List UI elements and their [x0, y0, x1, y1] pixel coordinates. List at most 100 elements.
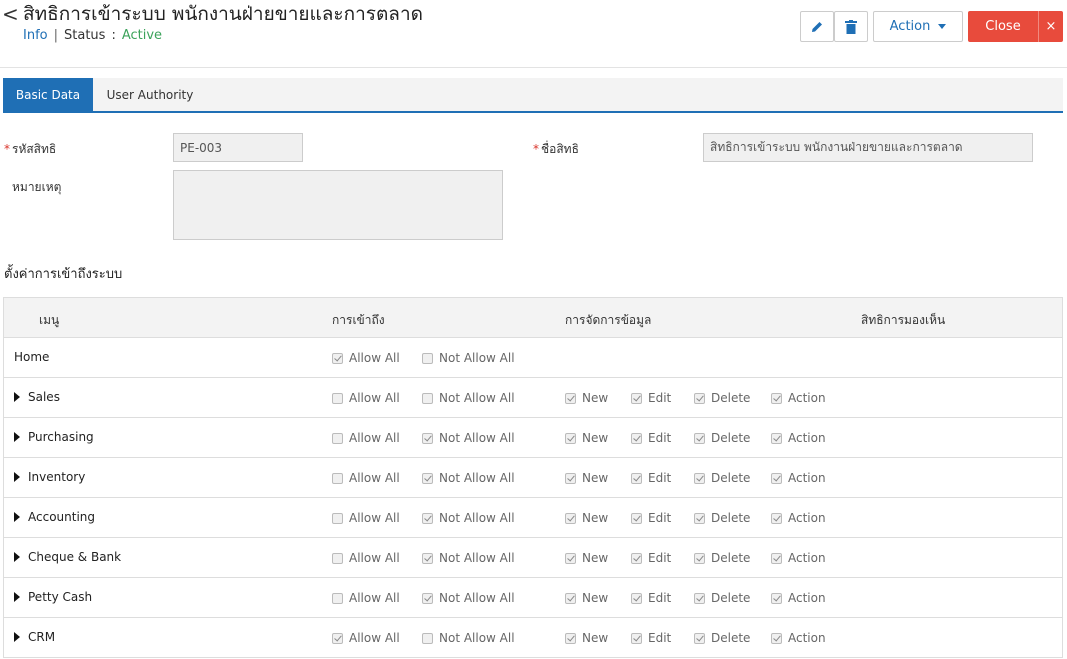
edit-permission-checkbox[interactable] — [631, 592, 642, 604]
not-allow-all[interactable]: Not Allow All — [422, 591, 515, 605]
edit-permission[interactable]: Edit — [631, 431, 671, 445]
menu-name[interactable]: Cheque & Bank — [14, 550, 121, 564]
delete-permission[interactable]: Delete — [694, 471, 750, 485]
delete-permission[interactable]: Delete — [694, 431, 750, 445]
edit-permission[interactable]: Edit — [631, 551, 671, 565]
delete-permission-checkbox[interactable] — [694, 592, 705, 604]
new-permission-checkbox[interactable] — [565, 432, 576, 444]
allow-all[interactable]: Allow All — [332, 351, 400, 365]
allow-all[interactable]: Allow All — [332, 391, 400, 405]
new-permission[interactable]: New — [565, 471, 608, 485]
menu-name[interactable]: Inventory — [14, 470, 85, 484]
new-permission-checkbox[interactable] — [565, 392, 576, 404]
expand-arrow-icon[interactable] — [14, 392, 20, 402]
action-permission[interactable]: Action — [771, 551, 826, 565]
edit-permission-checkbox[interactable] — [631, 512, 642, 524]
not-allow-all-checkbox[interactable] — [422, 552, 433, 564]
allow-all[interactable]: Allow All — [332, 471, 400, 485]
name-field[interactable]: สิทธิการเข้าระบบ พนักงานฝ่ายขายและการตลา… — [703, 133, 1033, 162]
action-permission-checkbox[interactable] — [771, 552, 782, 564]
action-permission-checkbox[interactable] — [771, 432, 782, 444]
info-link[interactable]: Info — [23, 28, 48, 43]
not-allow-all-checkbox[interactable] — [422, 512, 433, 524]
expand-arrow-icon[interactable] — [14, 632, 20, 642]
new-permission[interactable]: New — [565, 431, 608, 445]
allow-all-checkbox[interactable] — [332, 512, 343, 524]
not-allow-all[interactable]: Not Allow All — [422, 511, 515, 525]
allow-all-checkbox[interactable] — [332, 592, 343, 604]
allow-all[interactable]: Allow All — [332, 431, 400, 445]
not-allow-all-checkbox[interactable] — [422, 472, 433, 484]
action-dropdown-button[interactable]: Action — [873, 11, 963, 42]
delete-permission[interactable]: Delete — [694, 591, 750, 605]
action-permission-checkbox[interactable] — [771, 392, 782, 404]
back-icon[interactable]: < — [2, 2, 19, 26]
delete-permission-checkbox[interactable] — [694, 432, 705, 444]
delete-permission-checkbox[interactable] — [694, 552, 705, 564]
not-allow-all[interactable]: Not Allow All — [422, 471, 515, 485]
expand-arrow-icon[interactable] — [14, 512, 20, 522]
not-allow-all[interactable]: Not Allow All — [422, 431, 515, 445]
allow-all[interactable]: Allow All — [332, 591, 400, 605]
not-allow-all-checkbox[interactable] — [422, 592, 433, 604]
new-permission-checkbox[interactable] — [565, 552, 576, 564]
not-allow-all[interactable]: Not Allow All — [422, 551, 515, 565]
allow-all[interactable]: Allow All — [332, 511, 400, 525]
edit-permission-checkbox[interactable] — [631, 632, 642, 644]
not-allow-all-checkbox[interactable] — [422, 632, 433, 644]
new-permission-checkbox[interactable] — [565, 632, 576, 644]
not-allow-all[interactable]: Not Allow All — [422, 631, 515, 645]
allow-all-checkbox[interactable] — [332, 392, 343, 404]
edit-permission-checkbox[interactable] — [631, 432, 642, 444]
delete-permission-checkbox[interactable] — [694, 632, 705, 644]
action-permission-checkbox[interactable] — [771, 632, 782, 644]
allow-all-checkbox[interactable] — [332, 552, 343, 564]
allow-all-checkbox[interactable] — [332, 472, 343, 484]
edit-permission-checkbox[interactable] — [631, 552, 642, 564]
tab-basic-data[interactable]: Basic Data — [3, 78, 93, 111]
menu-name[interactable]: CRM — [14, 630, 55, 644]
close-x-button[interactable]: × — [1038, 11, 1063, 42]
expand-arrow-icon[interactable] — [14, 552, 20, 562]
delete-permission-checkbox[interactable] — [694, 512, 705, 524]
action-permission-checkbox[interactable] — [771, 512, 782, 524]
not-allow-all[interactable]: Not Allow All — [422, 391, 515, 405]
new-permission[interactable]: New — [565, 511, 608, 525]
menu-name[interactable]: Purchasing — [14, 430, 94, 444]
edit-permission[interactable]: Edit — [631, 631, 671, 645]
action-permission[interactable]: Action — [771, 391, 826, 405]
remark-textarea[interactable] — [173, 170, 503, 240]
delete-permission[interactable]: Delete — [694, 551, 750, 565]
edit-permission-checkbox[interactable] — [631, 392, 642, 404]
tab-user-authority[interactable]: User Authority — [95, 78, 205, 111]
delete-permission[interactable]: Delete — [694, 511, 750, 525]
menu-name[interactable]: Accounting — [14, 510, 95, 524]
action-permission[interactable]: Action — [771, 591, 826, 605]
edit-permission-checkbox[interactable] — [631, 472, 642, 484]
action-permission[interactable]: Action — [771, 511, 826, 525]
allow-all-checkbox[interactable] — [332, 632, 343, 644]
edit-permission[interactable]: Edit — [631, 511, 671, 525]
action-permission[interactable]: Action — [771, 471, 826, 485]
edit-permission[interactable]: Edit — [631, 391, 671, 405]
menu-name[interactable]: Sales — [14, 390, 60, 404]
new-permission-checkbox[interactable] — [565, 472, 576, 484]
action-permission-checkbox[interactable] — [771, 472, 782, 484]
code-field[interactable]: PE-003 — [173, 133, 303, 162]
delete-permission[interactable]: Delete — [694, 631, 750, 645]
edit-button[interactable] — [800, 11, 834, 42]
not-allow-all-checkbox[interactable] — [422, 432, 433, 444]
allow-all[interactable]: Allow All — [332, 631, 400, 645]
not-allow-all-checkbox[interactable] — [422, 352, 433, 364]
new-permission-checkbox[interactable] — [565, 512, 576, 524]
delete-permission[interactable]: Delete — [694, 391, 750, 405]
action-permission-checkbox[interactable] — [771, 592, 782, 604]
new-permission[interactable]: New — [565, 631, 608, 645]
delete-permission-checkbox[interactable] — [694, 392, 705, 404]
action-permission[interactable]: Action — [771, 631, 826, 645]
not-allow-all[interactable]: Not Allow All — [422, 351, 515, 365]
delete-button[interactable] — [834, 11, 868, 42]
edit-permission[interactable]: Edit — [631, 591, 671, 605]
new-permission[interactable]: New — [565, 551, 608, 565]
expand-arrow-icon[interactable] — [14, 432, 20, 442]
